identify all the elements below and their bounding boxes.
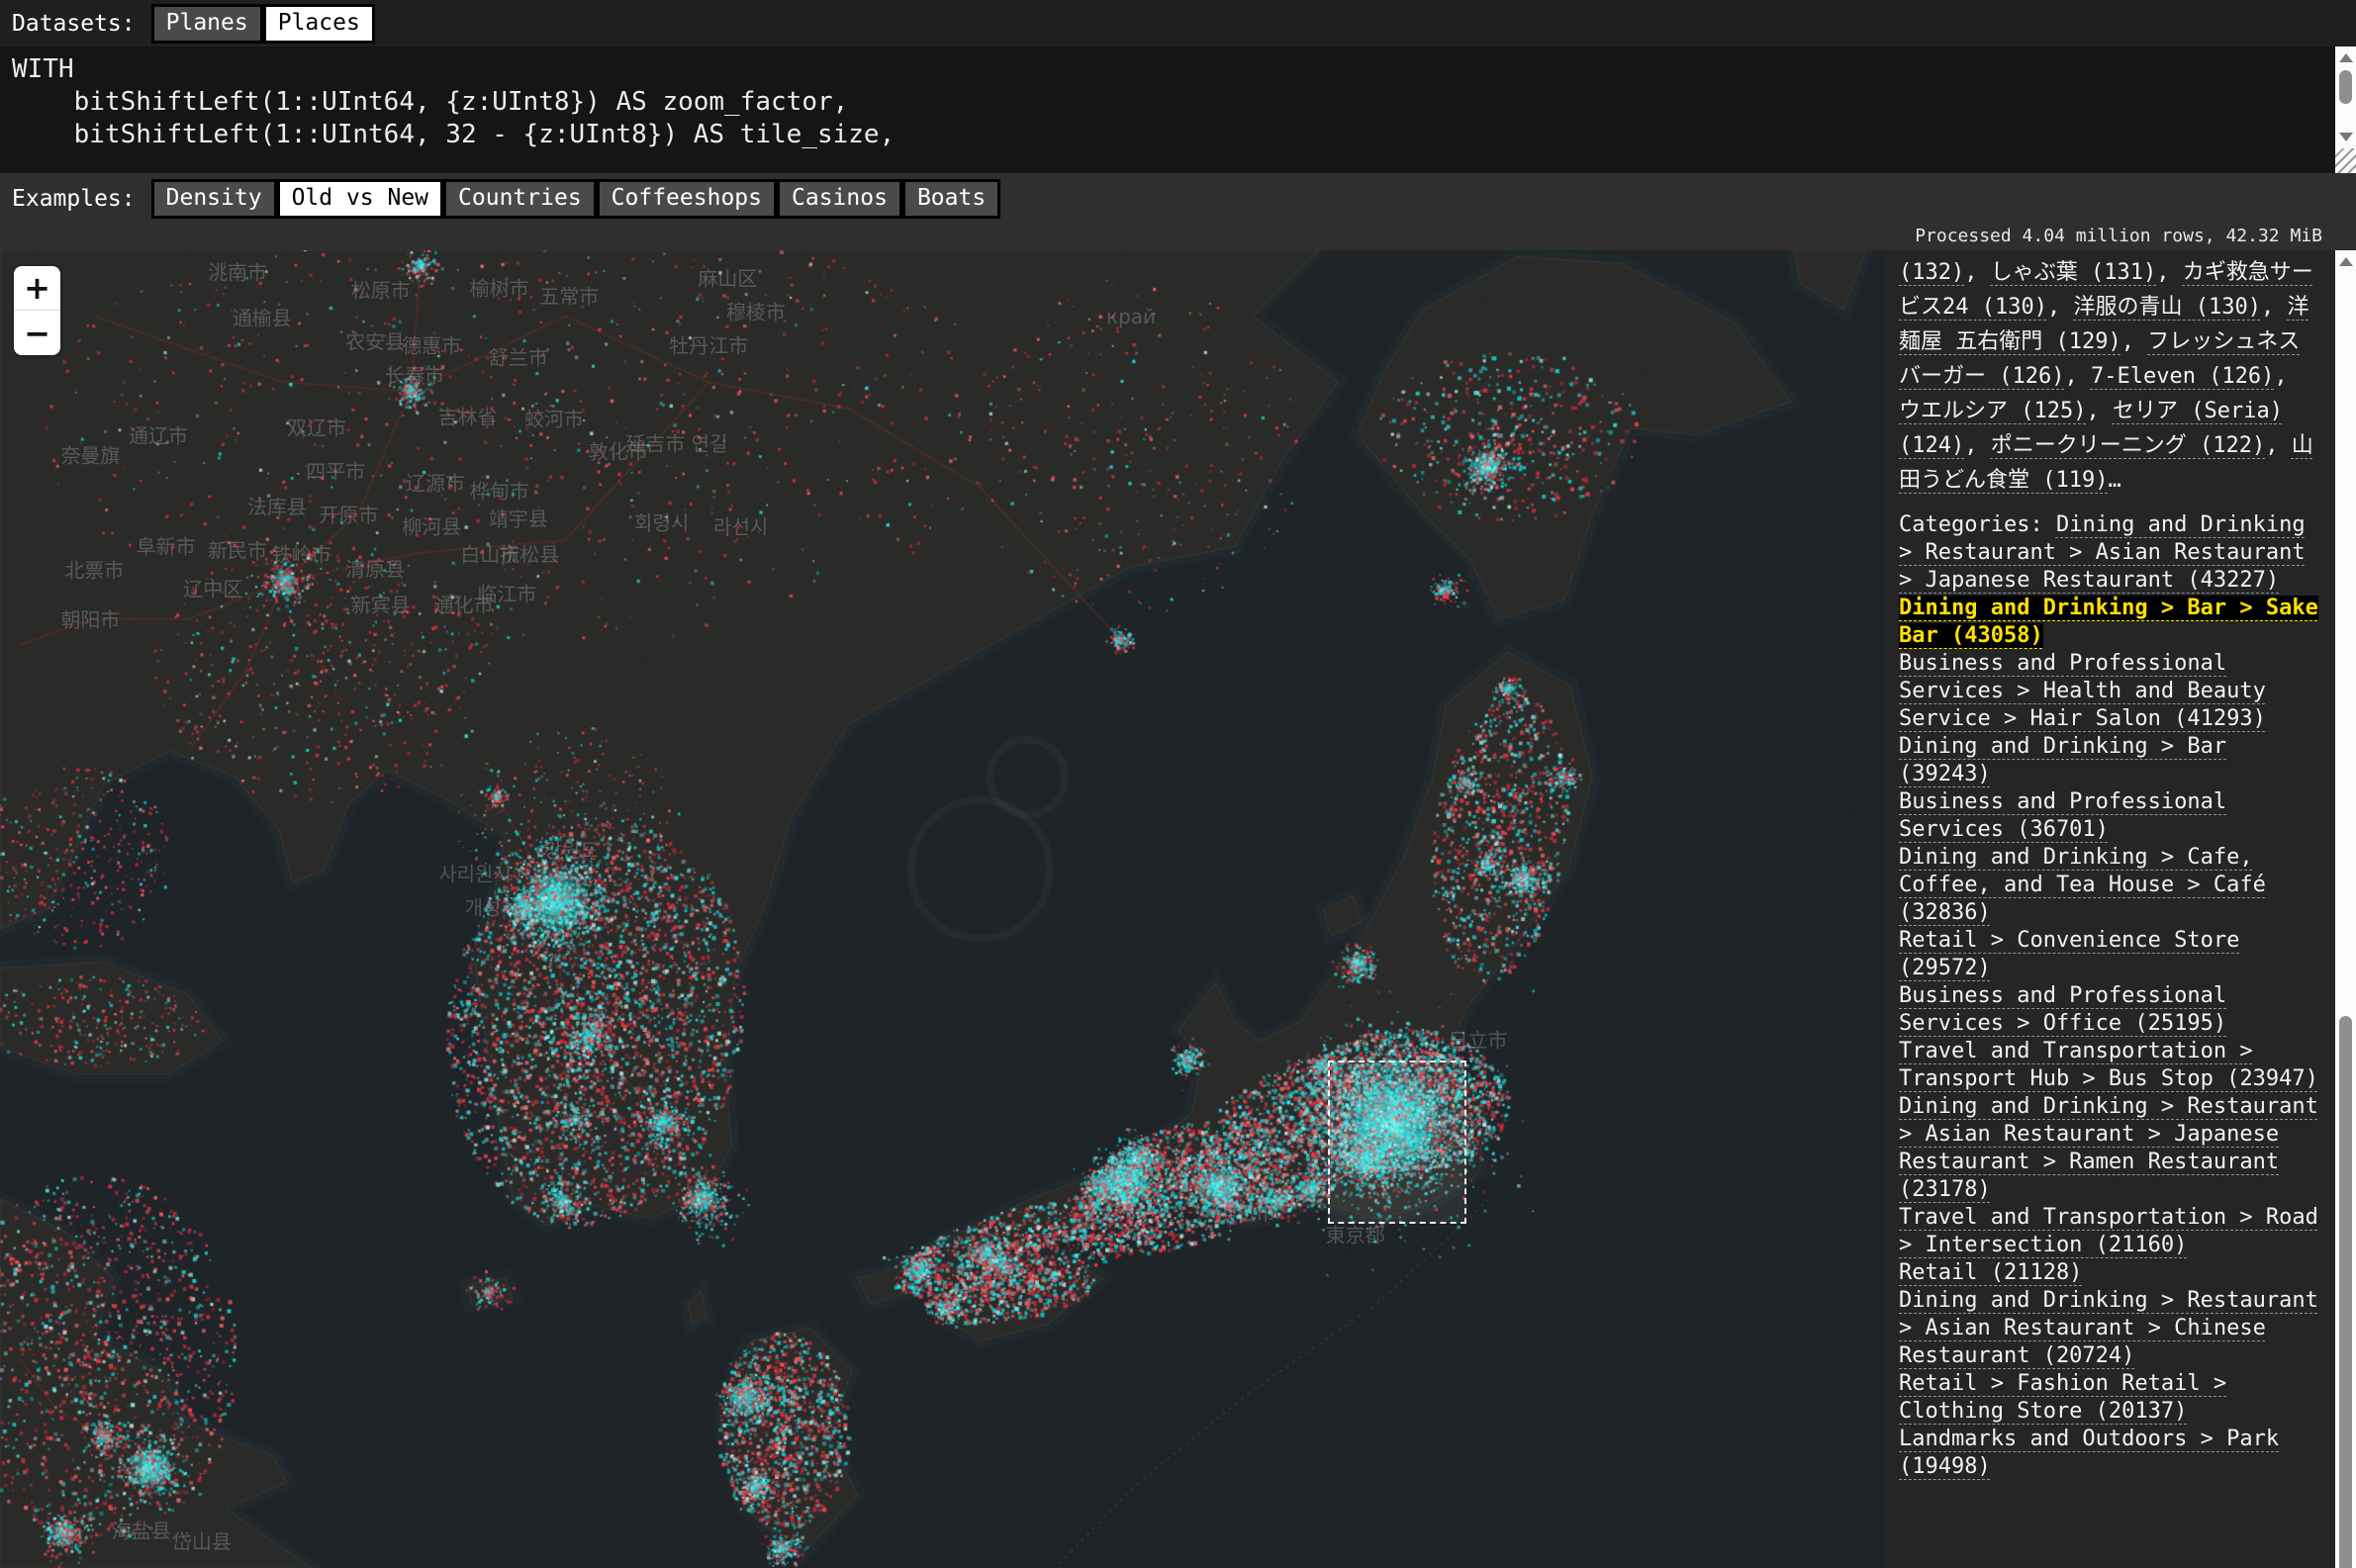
map-selection-rectangle[interactable] [1328, 1061, 1466, 1224]
datasets-label: Datasets: [12, 11, 136, 37]
examples-bar: Examples: DensityOld vs NewCountriesCoff… [0, 173, 2356, 225]
example-button-coffeeshops[interactable]: Coffeeshops [597, 179, 777, 219]
category-link[interactable]: Travel and Transportation > Transport Hu… [1899, 1039, 2318, 1091]
examples-label: Examples: [12, 186, 136, 212]
category-link[interactable]: Dining and Drinking > Cafe, Coffee, and … [1899, 845, 2266, 925]
brand-link[interactable]: ウエルシア (125) [1899, 399, 2086, 423]
editor-scrollbar[interactable] [2335, 46, 2356, 148]
examples-button-group: DensityOld vs NewCountriesCoffeeshopsCas… [151, 179, 1001, 219]
brand-link[interactable]: しゃぶ葉 (131) [1991, 260, 2156, 285]
category-link[interactable]: Retail > Convenience Store (29572) [1899, 928, 2239, 980]
sidebar-scrollbar-thumb[interactable] [2339, 1016, 2352, 1568]
scroll-up-icon[interactable] [2339, 53, 2353, 62]
brand-link[interactable]: 7-Eleven (126) [2091, 364, 2274, 389]
example-button-boats[interactable]: Boats [902, 179, 1000, 219]
category-link[interactable]: Dining and Drinking > Bar (39243) [1899, 734, 2226, 786]
brand-link[interactable]: (132) [1899, 260, 1964, 285]
dataset-button-planes[interactable]: Planes [151, 4, 263, 44]
example-button-casinos[interactable]: Casinos [777, 179, 902, 219]
category-link[interactable]: Dining and Drinking > Restaurant > Asian… [1899, 1094, 2318, 1202]
example-button-countries[interactable]: Countries [443, 179, 597, 219]
category-link[interactable]: Business and Professional Services > Hea… [1899, 651, 2266, 731]
editor-scrollbar-thumb[interactable] [2339, 70, 2352, 104]
category-link[interactable]: Dining and Drinking > Restaurant > Asian… [1899, 1288, 2318, 1368]
sql-editor[interactable]: WITH bitShiftLeft(1::UInt64, {z:UInt8}) … [0, 46, 2356, 173]
scroll-down-icon[interactable] [2339, 133, 2353, 141]
category-link[interactable]: Travel and Transportation > Road > Inter… [1899, 1205, 2318, 1257]
category-list: Categories: Dining and Drinking > Restau… [1899, 511, 2321, 1481]
category-link[interactable]: Retail > Fashion Retail > Clothing Store… [1899, 1371, 2226, 1424]
main-area: 洮南市松原市榆树市五常市麻山区穆棱市牡丹江市通榆县农安县德惠市舒兰市长春市吉林省… [0, 250, 2356, 1568]
map[interactable]: 洮南市松原市榆树市五常市麻山区穆棱市牡丹江市通榆县农安县德惠市舒兰市长春市吉林省… [0, 250, 1885, 1568]
zoom-in-button[interactable]: + [14, 266, 60, 311]
category-link[interactable]: Business and Professional Services (3670… [1899, 789, 2226, 842]
dataset-button-places[interactable]: Places [263, 4, 375, 44]
sidebar-scrollbar[interactable] [2335, 250, 2356, 1568]
sql-editor-text[interactable]: WITH bitShiftLeft(1::UInt64, {z:UInt8}) … [0, 46, 2356, 158]
results-sidebar[interactable]: (132), しゃぶ葉 (131), カギ救急サービス24 (130), 洋服の… [1885, 250, 2335, 1568]
category-link[interactable]: Business and Professional Services > Off… [1899, 983, 2226, 1036]
query-status: Processed 4.04 million rows, 42.32 MiB [0, 225, 2356, 250]
category-link-selected[interactable]: Dining and Drinking > Bar > Sake Bar (43… [1899, 596, 2318, 648]
brand-list: (132), しゃぶ葉 (131), カギ救急サービス24 (130), 洋服の… [1899, 255, 2321, 498]
example-button-density[interactable]: Density [151, 179, 277, 219]
category-link[interactable]: Dining and Drinking > Restaurant > Asian… [1899, 512, 2306, 593]
zoom-out-button[interactable]: − [14, 311, 60, 355]
brand-link[interactable]: 洋服の青山 (130) [2073, 295, 2260, 320]
zoom-control: + − [14, 266, 60, 355]
example-button-old-vs-new[interactable]: Old vs New [277, 179, 443, 219]
textarea-resize-grip-icon[interactable] [2335, 148, 2356, 173]
scroll-up-icon[interactable] [2339, 257, 2353, 266]
map-canvas[interactable] [0, 250, 1885, 1568]
datasets-bar: Datasets: PlanesPlaces [0, 0, 2356, 46]
category-link[interactable]: Retail (21128) [1899, 1260, 2082, 1285]
datasets-button-group: PlanesPlaces [151, 4, 375, 44]
brand-link[interactable]: ポニークリーニング (122) [1991, 433, 2265, 458]
category-link[interactable]: Landmarks and Outdoors > Park (19498) [1899, 1427, 2279, 1479]
